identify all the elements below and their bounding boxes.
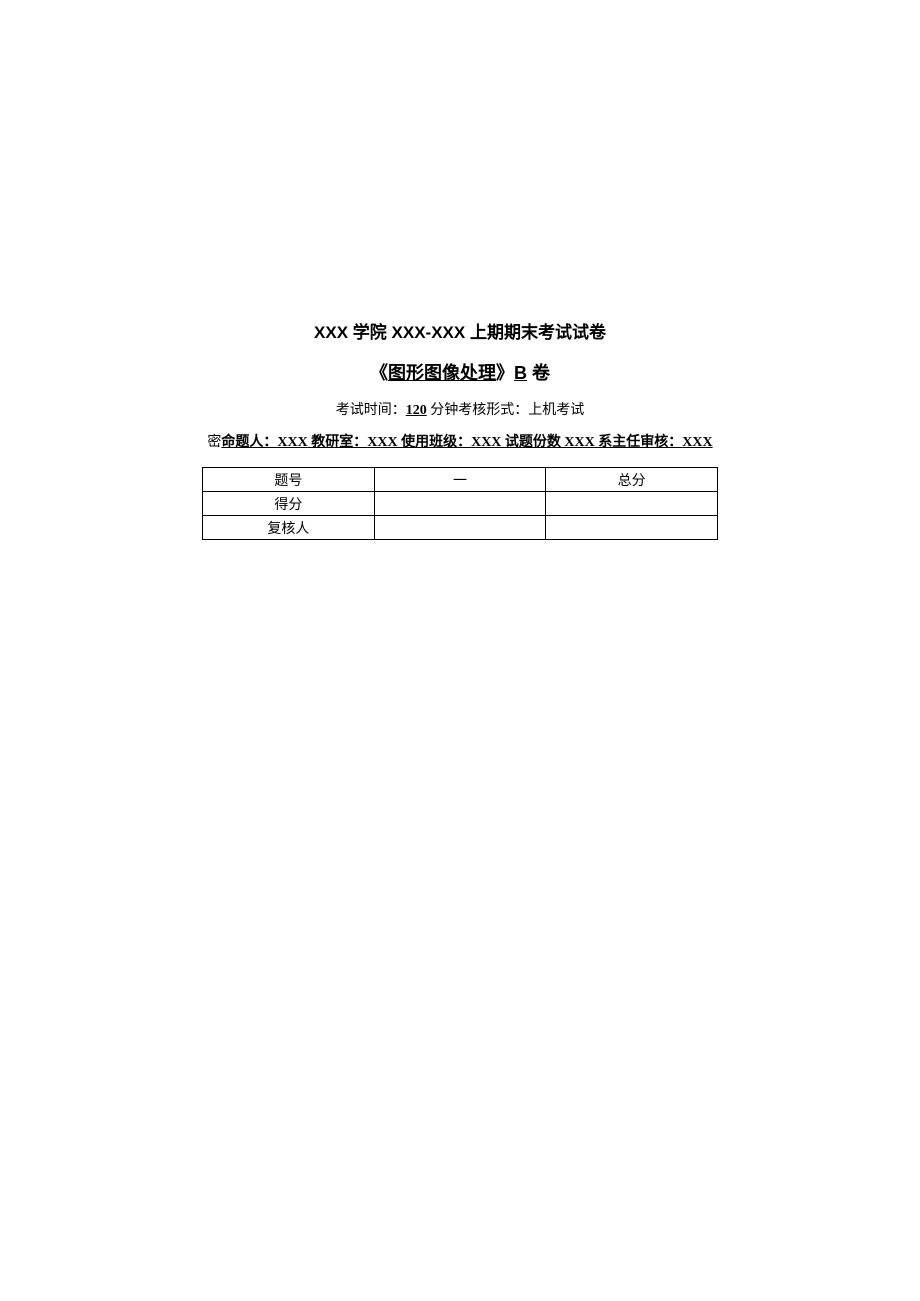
title-prefix: XXX xyxy=(314,323,348,342)
paper-suffix: 卷 xyxy=(527,363,550,383)
count-label: 试题份数 xyxy=(501,435,564,450)
time-unit: 分钟 xyxy=(427,403,459,418)
title-middle: 学院 xyxy=(348,323,391,342)
count-value: XXX xyxy=(564,435,594,450)
exam-paper-content: XXX 学院 XXX-XXX 上期期末考试试卷 《图形图像处理》B 卷 考试时间… xyxy=(0,0,920,540)
reviewer-label: 系主任审核： xyxy=(595,435,683,450)
title-code: XXX-XXX xyxy=(392,323,466,342)
cell-question-number-label: 题号 xyxy=(203,468,375,492)
score-table: 题号 一 总分 得分 复核人 xyxy=(202,467,718,540)
format-label: 考核形式： xyxy=(458,403,528,418)
table-row: 复核人 xyxy=(203,516,718,540)
dept-label: 教研室： xyxy=(308,435,368,450)
author-label: 命题人： xyxy=(221,435,277,450)
cell-score-section-one xyxy=(374,492,546,516)
cell-reviewer-total xyxy=(546,516,718,540)
subtitle: 《图形图像处理》B 卷 xyxy=(0,359,920,385)
class-label: 使用班级： xyxy=(398,435,472,450)
format-value: 上机考试 xyxy=(528,403,584,418)
cell-reviewer-section-one xyxy=(374,516,546,540)
author-value: XXX xyxy=(277,435,307,450)
meta-prefix: 密 xyxy=(207,435,221,450)
paper-code: B xyxy=(514,363,527,383)
meta-info-wrapper: 密命题人：XXX 教研室：XXX 使用班级：XXX 试题份数 XXX 系主任审核… xyxy=(0,431,920,461)
table-row: 题号 一 总分 xyxy=(203,468,718,492)
main-title: XXX 学院 XXX-XXX 上期期末考试试卷 xyxy=(0,318,920,343)
reviewer-value: XXX xyxy=(682,435,712,450)
course-name: 图形图像处理 xyxy=(388,363,496,383)
close-bracket: 》 xyxy=(496,363,514,383)
cell-total-label: 总分 xyxy=(546,468,718,492)
open-bracket: 《 xyxy=(370,363,388,383)
cell-score-label: 得分 xyxy=(203,492,375,516)
table-row: 得分 xyxy=(203,492,718,516)
cell-reviewer-label: 复核人 xyxy=(203,516,375,540)
meta-info-line: 密命题人：XXX 教研室：XXX 使用班级：XXX 试题份数 XXX 系主任审核… xyxy=(207,431,712,451)
title-suffix: 上期期末考试试卷 xyxy=(465,323,606,342)
dept-value: XXX xyxy=(367,435,397,450)
time-label: 考试时间： xyxy=(336,403,406,418)
class-value: XXX xyxy=(471,435,501,450)
cell-score-total xyxy=(546,492,718,516)
cell-section-one: 一 xyxy=(374,468,546,492)
exam-info-line: 考试时间：120 分钟考核形式：上机考试 xyxy=(0,399,920,419)
score-table-wrapper: 题号 一 总分 得分 复核人 xyxy=(0,467,920,540)
time-value: 120 xyxy=(406,403,427,418)
